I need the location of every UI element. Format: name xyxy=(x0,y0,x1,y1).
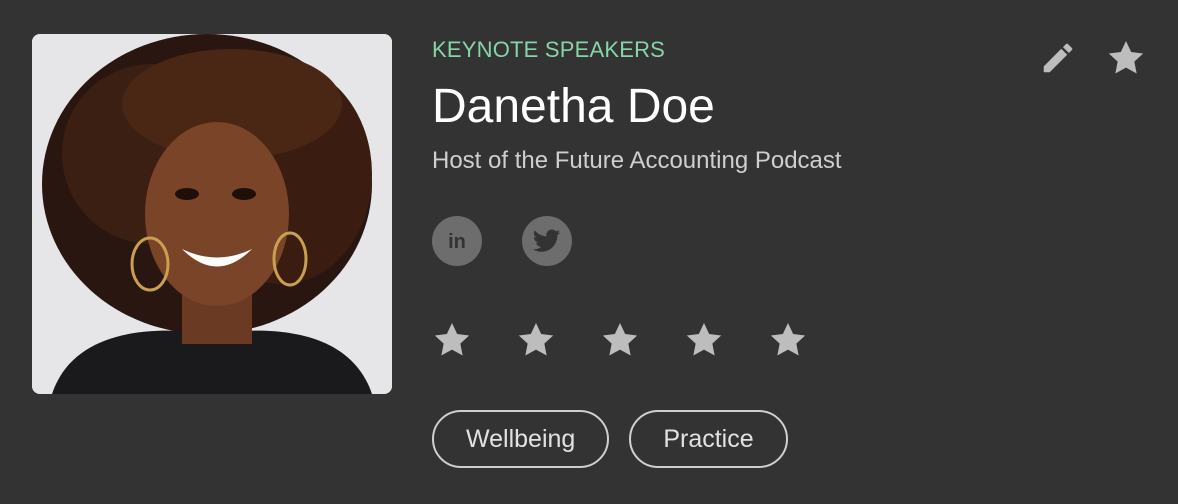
pencil-icon xyxy=(1043,43,1073,73)
star-icon xyxy=(602,323,638,356)
favorite-button[interactable] xyxy=(1106,38,1146,78)
rating-star-4[interactable] xyxy=(684,320,724,360)
card-actions xyxy=(1038,38,1146,78)
rating-star-3[interactable] xyxy=(600,320,640,360)
speaker-card: KEYNOTE SPEAKERS Danetha Doe Host of the… xyxy=(0,0,1178,504)
tag-list: Wellbeing Practice xyxy=(432,410,788,468)
speaker-name: Danetha Doe xyxy=(432,80,715,133)
star-icon xyxy=(434,323,470,356)
rating-stars xyxy=(432,320,808,360)
twitter-icon xyxy=(533,229,561,252)
edit-button[interactable] xyxy=(1038,38,1078,78)
speaker-title: Host of the Future Accounting Podcast xyxy=(432,147,842,174)
star-icon xyxy=(770,323,806,356)
linkedin-icon: in xyxy=(448,231,466,253)
social-links: in xyxy=(432,216,572,266)
linkedin-link[interactable]: in xyxy=(432,216,482,266)
speaker-photo xyxy=(32,34,392,394)
star-icon xyxy=(686,323,722,356)
rating-star-1[interactable] xyxy=(432,320,472,360)
rating-star-5[interactable] xyxy=(768,320,808,360)
star-icon xyxy=(518,323,554,356)
tag-practice[interactable]: Practice xyxy=(629,410,788,468)
star-icon xyxy=(1108,41,1144,74)
svg-text:in: in xyxy=(448,231,466,253)
twitter-link[interactable] xyxy=(522,216,572,266)
rating-star-2[interactable] xyxy=(516,320,556,360)
tag-wellbeing[interactable]: Wellbeing xyxy=(432,410,610,468)
